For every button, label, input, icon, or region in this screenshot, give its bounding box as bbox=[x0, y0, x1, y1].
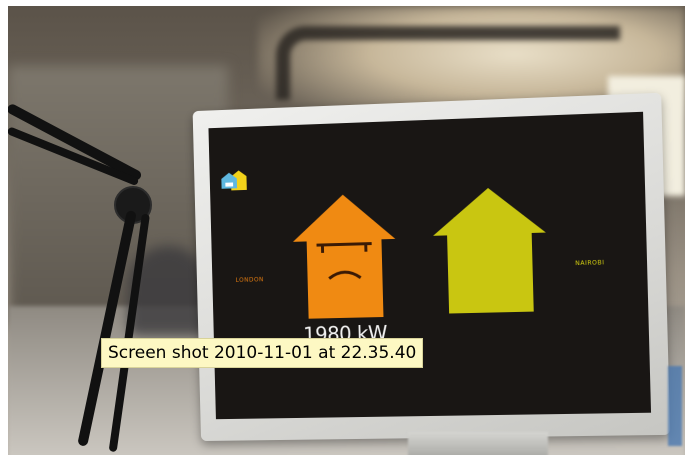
monitor-stand bbox=[408, 432, 548, 455]
ceiling-rail bbox=[276, 26, 620, 100]
filename-tooltip: Screen shot 2010-11-01 at 22.35.40 bbox=[101, 338, 423, 368]
city-label-right: NAIROBI bbox=[575, 259, 604, 267]
monitor: LONDON NAIROBI 1980 kW bbox=[193, 93, 671, 441]
house-right-icon bbox=[432, 186, 548, 314]
logo-icon bbox=[221, 170, 251, 197]
city-label-left: LONDON bbox=[235, 276, 263, 284]
monitor-screen: LONDON NAIROBI 1980 kW bbox=[208, 112, 651, 419]
cable bbox=[668, 366, 682, 446]
photo: LONDON NAIROBI 1980 kW bbox=[8, 6, 685, 455]
house-left-icon bbox=[292, 193, 398, 319]
